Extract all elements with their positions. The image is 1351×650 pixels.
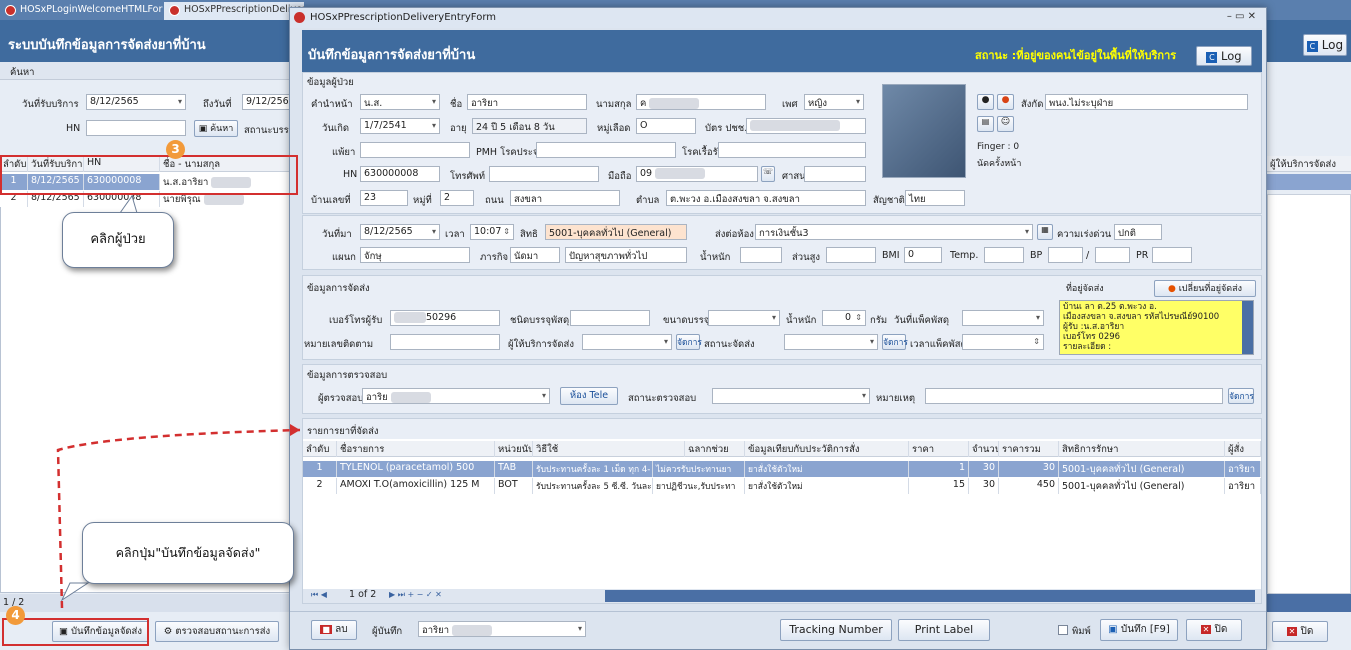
callout-tail <box>119 194 138 214</box>
arrow-head-icon <box>290 424 300 436</box>
callout-tail <box>60 582 90 602</box>
callout-click-save: คลิกปุ่ม"บันทึกข้อมูลจัดส่ง" <box>82 522 294 584</box>
callout-click-patient: คลิกผู้ป่วย <box>62 212 174 268</box>
